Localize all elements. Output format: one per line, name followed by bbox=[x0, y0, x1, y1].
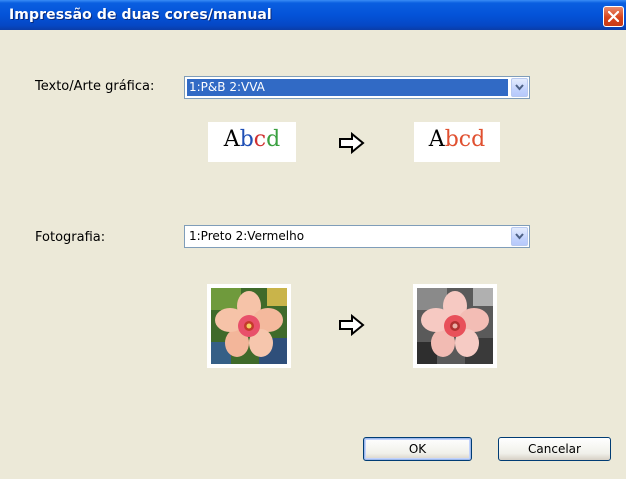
photo-sample-before bbox=[207, 284, 291, 368]
flower-duotone-image bbox=[417, 288, 493, 364]
window-title: Impressão de duas cores/manual bbox=[9, 7, 272, 23]
sample-letter: d bbox=[266, 127, 281, 152]
sample-letter: d bbox=[471, 127, 486, 152]
sample-letter: A bbox=[223, 127, 240, 152]
photo-label: Fotografia: bbox=[35, 230, 106, 245]
close-icon bbox=[608, 11, 619, 22]
text-art-selected-value: 1:P&B 2:VVA bbox=[187, 79, 508, 96]
sample-letter: b bbox=[444, 127, 459, 152]
right-arrow-icon bbox=[339, 314, 365, 336]
dialog-window: Impressão de duas cores/manual Texto/Art… bbox=[0, 0, 626, 479]
text-art-dropdown-button[interactable] bbox=[511, 78, 528, 97]
photo-select[interactable]: 1:Preto 2:Vermelho bbox=[184, 225, 530, 248]
photo-sample-after bbox=[413, 284, 497, 368]
sample-letter: c bbox=[458, 127, 472, 152]
text-art-select[interactable]: 1:P&B 2:VVA bbox=[184, 76, 530, 99]
text-art-label: Texto/Arte gráfica: bbox=[35, 79, 155, 94]
chevron-down-icon bbox=[515, 233, 524, 240]
close-button[interactable] bbox=[603, 6, 624, 27]
photo-dropdown-button[interactable] bbox=[511, 227, 528, 246]
sample-letter: b bbox=[239, 127, 254, 152]
cancel-button[interactable]: Cancelar bbox=[498, 437, 611, 461]
title-bar[interactable]: Impressão de duas cores/manual bbox=[0, 0, 626, 30]
right-arrow-icon bbox=[339, 132, 365, 154]
text-sample-after: Abcd bbox=[414, 122, 500, 162]
photo-selected-value: 1:Preto 2:Vermelho bbox=[189, 229, 305, 243]
chevron-down-icon bbox=[515, 84, 524, 91]
flower-color-image bbox=[211, 288, 287, 364]
text-sample-before: Abcd bbox=[208, 122, 296, 162]
sample-letter: c bbox=[253, 127, 267, 152]
sample-letter: A bbox=[428, 127, 445, 152]
ok-button[interactable]: OK bbox=[363, 437, 472, 461]
